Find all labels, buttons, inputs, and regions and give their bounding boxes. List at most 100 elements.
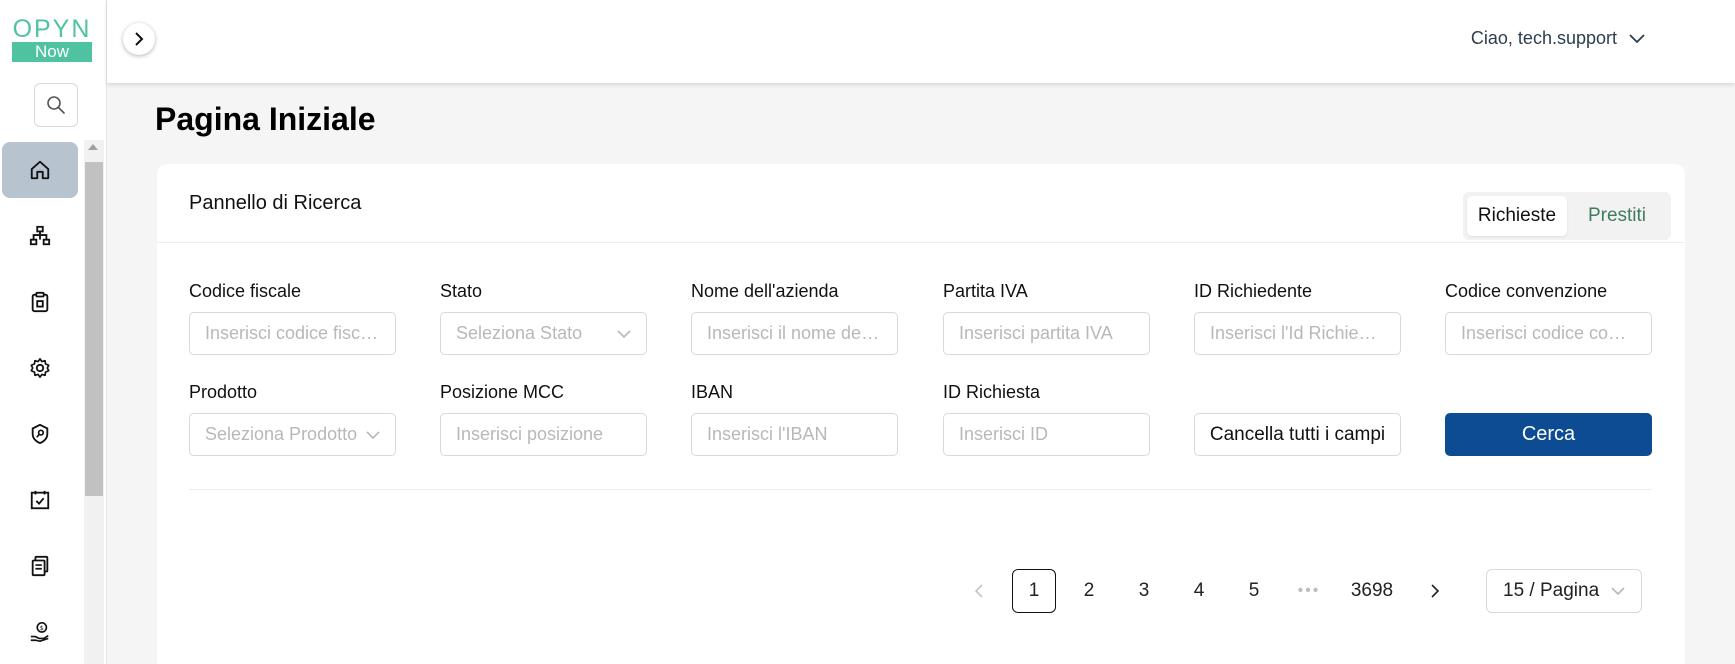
calendar-check-icon xyxy=(30,490,50,510)
input-placeholder: Inserisci posizione xyxy=(456,424,604,444)
field-label: Codice convenzione xyxy=(1445,281,1608,301)
page-title: Pagina Iniziale xyxy=(155,101,376,137)
chevron-down-icon xyxy=(1629,33,1645,43)
user-greeting: Ciao, tech.support xyxy=(1470,28,1617,48)
next-page-button[interactable] xyxy=(1413,569,1457,613)
field-label: ID Richiesta xyxy=(943,382,1041,402)
field-label: Nome dell'azienda xyxy=(691,281,839,301)
chevron-down-icon xyxy=(366,430,380,439)
field-codice-fiscale: Codice fiscale Inserisci codice fiscale xyxy=(189,279,396,355)
select-placeholder: Seleziona Prodotto xyxy=(205,424,358,444)
top-header: Ciao, tech.support xyxy=(107,0,1735,83)
page-3-button[interactable]: 3 xyxy=(1122,569,1166,613)
divider xyxy=(189,489,1652,490)
sidebar-nav: $ xyxy=(0,142,84,664)
prodotto-select[interactable]: Seleziona Prodotto xyxy=(189,413,396,456)
divider xyxy=(157,242,1685,243)
nome-azienda-input[interactable]: Inserisci il nome dell'azienda xyxy=(691,312,898,355)
home-icon xyxy=(30,160,50,180)
input-placeholder: Inserisci codice fiscale xyxy=(205,323,380,343)
field-codice-convenzione: Codice convenzione Inserisci codice conv… xyxy=(1445,279,1652,355)
page-size-select[interactable]: 15 / Pagina xyxy=(1486,569,1642,613)
page-4-button[interactable]: 4 xyxy=(1177,569,1221,613)
documents-icon xyxy=(31,555,49,577)
scroll-thumb[interactable] xyxy=(85,162,103,496)
search-panel-title: Pannello di Ricerca xyxy=(189,192,362,214)
sitemap-icon xyxy=(29,225,51,246)
sidebar-item-home[interactable] xyxy=(2,142,78,198)
field-label: ID Richiedente xyxy=(1194,281,1313,301)
search-panel-card: Pannello di Ricerca Richieste Prestiti C… xyxy=(157,164,1685,664)
sidebar-item-tasks[interactable] xyxy=(2,472,78,528)
field-label: Codice fiscale xyxy=(189,281,302,301)
sidebar-toggle-button[interactable] xyxy=(123,23,155,55)
field-id-richiesta: ID Richiesta Inserisci ID xyxy=(943,380,1150,456)
field-partita-iva: Partita IVA Inserisci partita IVA xyxy=(943,279,1150,355)
field-label: IBAN xyxy=(691,382,734,402)
logo: OPYN Now xyxy=(12,16,92,66)
select-placeholder: Seleziona Stato xyxy=(456,323,583,343)
pagination: 1 2 3 4 5 ••• 3698 15 / Pagina xyxy=(957,569,1642,613)
id-richiesta-input[interactable]: Inserisci ID xyxy=(943,413,1150,456)
tab-prestiti[interactable]: Prestiti xyxy=(1567,196,1667,236)
chevron-right-icon xyxy=(135,32,144,46)
field-label: Prodotto xyxy=(189,382,258,402)
tab-richieste[interactable]: Richieste xyxy=(1467,196,1567,236)
codice-convenzione-input[interactable]: Inserisci codice convenzione xyxy=(1445,312,1652,355)
field-iban: IBAN Inserisci l'IBAN xyxy=(691,380,898,456)
sidebar-scrollbar[interactable] xyxy=(84,140,104,664)
shield-key-icon xyxy=(31,423,49,445)
logo-text-bottom: Now xyxy=(12,42,92,62)
field-label: Stato xyxy=(440,281,483,301)
iban-input[interactable]: Inserisci l'IBAN xyxy=(691,413,898,456)
page-2-button[interactable]: 2 xyxy=(1067,569,1111,613)
prev-page-button[interactable] xyxy=(957,569,1001,613)
chevron-left-icon xyxy=(974,584,983,598)
hand-coin-icon: $ xyxy=(30,622,49,643)
sidebar: OPYN Now $ xyxy=(0,0,107,664)
search-icon xyxy=(47,96,65,114)
scroll-up-arrow-icon[interactable] xyxy=(88,144,98,150)
page-1-button[interactable]: 1 xyxy=(1012,569,1056,613)
input-placeholder: Inserisci ID xyxy=(959,424,1049,444)
sidebar-item-requests[interactable] xyxy=(2,274,78,330)
field-id-richiedente: ID Richiedente Inserisci l'Id Richiedent… xyxy=(1194,279,1401,355)
gear-icon xyxy=(30,358,50,378)
page-size-value: 15 / Pagina xyxy=(1503,580,1600,601)
sidebar-item-organization[interactable] xyxy=(2,208,78,264)
field-label: Partita IVA xyxy=(943,281,1028,301)
chevron-right-icon xyxy=(1431,584,1440,598)
input-placeholder: Inserisci partita IVA xyxy=(959,323,1113,343)
input-placeholder: Inserisci il nome dell'azienda xyxy=(707,323,882,343)
input-placeholder: Inserisci l'IBAN xyxy=(707,424,828,444)
clipboard-icon xyxy=(31,291,49,313)
field-prodotto: Prodotto Seleziona Prodotto xyxy=(189,380,396,456)
page-5-button[interactable]: 5 xyxy=(1232,569,1276,613)
search-button[interactable]: Cerca xyxy=(1445,413,1652,456)
chevron-down-icon xyxy=(617,329,631,338)
clear-all-fields-button[interactable]: Cancella tutti i campi xyxy=(1194,413,1401,456)
svg-text:$: $ xyxy=(40,624,44,632)
partita-iva-input[interactable]: Inserisci partita IVA xyxy=(943,312,1150,355)
logo-text-top: OPYN xyxy=(12,15,92,43)
field-label: Posizione MCC xyxy=(440,382,565,402)
request-type-tabs: Richieste Prestiti xyxy=(1463,192,1671,240)
user-menu[interactable]: Ciao, tech.support xyxy=(1471,28,1645,49)
field-stato: Stato Seleziona Stato xyxy=(440,279,647,355)
codice-fiscale-input[interactable]: Inserisci codice fiscale xyxy=(189,312,396,355)
last-page-button[interactable]: 3698 xyxy=(1342,569,1402,613)
field-posizione-mcc: Posizione MCC Inserisci posizione xyxy=(440,380,647,456)
field-nome-azienda: Nome dell'azienda Inserisci il nome dell… xyxy=(691,279,898,355)
sidebar-item-documents[interactable] xyxy=(2,538,78,594)
posizione-mcc-input[interactable]: Inserisci posizione xyxy=(440,413,647,456)
sidebar-item-settings[interactable] xyxy=(2,340,78,396)
sidebar-item-security[interactable] xyxy=(2,406,78,462)
stato-select[interactable]: Seleziona Stato xyxy=(440,312,647,355)
sidebar-item-loans[interactable]: $ xyxy=(2,604,78,660)
input-placeholder: Inserisci codice convenzione xyxy=(1461,323,1636,343)
id-richiedente-input[interactable]: Inserisci l'Id Richiedente xyxy=(1194,312,1401,355)
chevron-down-icon xyxy=(1611,587,1625,596)
page-jump-ellipsis[interactable]: ••• xyxy=(1287,569,1331,613)
sidebar-search-button[interactable] xyxy=(34,83,78,127)
input-placeholder: Inserisci l'Id Richiedente xyxy=(1210,323,1385,343)
